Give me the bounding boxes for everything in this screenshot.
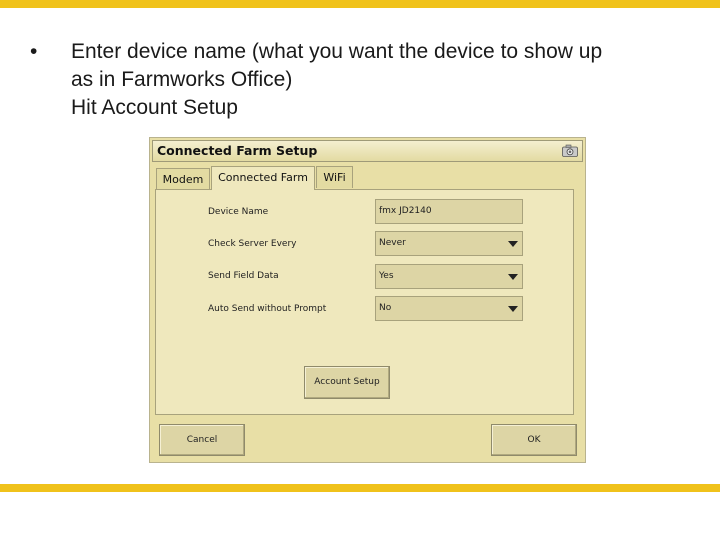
- check-server-label: Check Server Every: [208, 239, 297, 249]
- bullet-text-line-2: as in Farmworks Office): [71, 68, 293, 91]
- auto-send-label: Auto Send without Prompt: [208, 304, 327, 314]
- connected-farm-panel: Device Name fmx JD2140 Check Server Ever…: [155, 189, 574, 415]
- check-server-value: Never: [379, 238, 406, 248]
- send-field-data-dropdown[interactable]: Yes: [375, 264, 523, 289]
- bullet-line-1: • Enter device name (what you want the d…: [30, 38, 700, 66]
- device-name-field[interactable]: fmx JD2140: [375, 199, 523, 224]
- slide-bullet: • Enter device name (what you want the d…: [30, 38, 700, 122]
- top-accent-bar: [0, 0, 720, 8]
- auto-send-dropdown[interactable]: No: [375, 296, 523, 321]
- ok-button[interactable]: OK: [491, 424, 577, 456]
- bullet-text-line-3: Hit Account Setup: [71, 96, 238, 119]
- chevron-down-icon[interactable]: [508, 274, 518, 280]
- check-server-dropdown[interactable]: Never: [375, 231, 523, 256]
- dialog-title: Connected Farm Setup: [157, 143, 318, 158]
- bullet-dot: •: [30, 40, 38, 63]
- dialog-titlebar: Connected Farm Setup: [152, 140, 583, 162]
- bullet-text-line-1: Enter device name (what you want the dev…: [71, 40, 603, 63]
- cancel-button[interactable]: Cancel: [159, 424, 245, 456]
- tab-wifi[interactable]: WiFi: [316, 166, 353, 188]
- chevron-down-icon[interactable]: [508, 241, 518, 247]
- device-name-label: Device Name: [208, 207, 269, 217]
- auto-send-value: No: [379, 303, 392, 313]
- tab-connected-farm[interactable]: Connected Farm: [211, 166, 315, 190]
- chevron-down-icon[interactable]: [508, 306, 518, 312]
- bullet-line-3: Hit Account Setup: [30, 94, 700, 122]
- send-field-data-value: Yes: [379, 271, 394, 281]
- account-setup-button[interactable]: Account Setup: [304, 366, 390, 399]
- bottom-accent-bar: [0, 484, 720, 492]
- send-field-data-label: Send Field Data: [208, 271, 279, 281]
- tab-modem[interactable]: Modem: [156, 168, 210, 190]
- camera-icon[interactable]: [562, 144, 578, 157]
- bullet-line-2: as in Farmworks Office): [30, 66, 700, 94]
- connected-farm-setup-dialog: Connected Farm Setup Modem Connected Far…: [149, 137, 586, 463]
